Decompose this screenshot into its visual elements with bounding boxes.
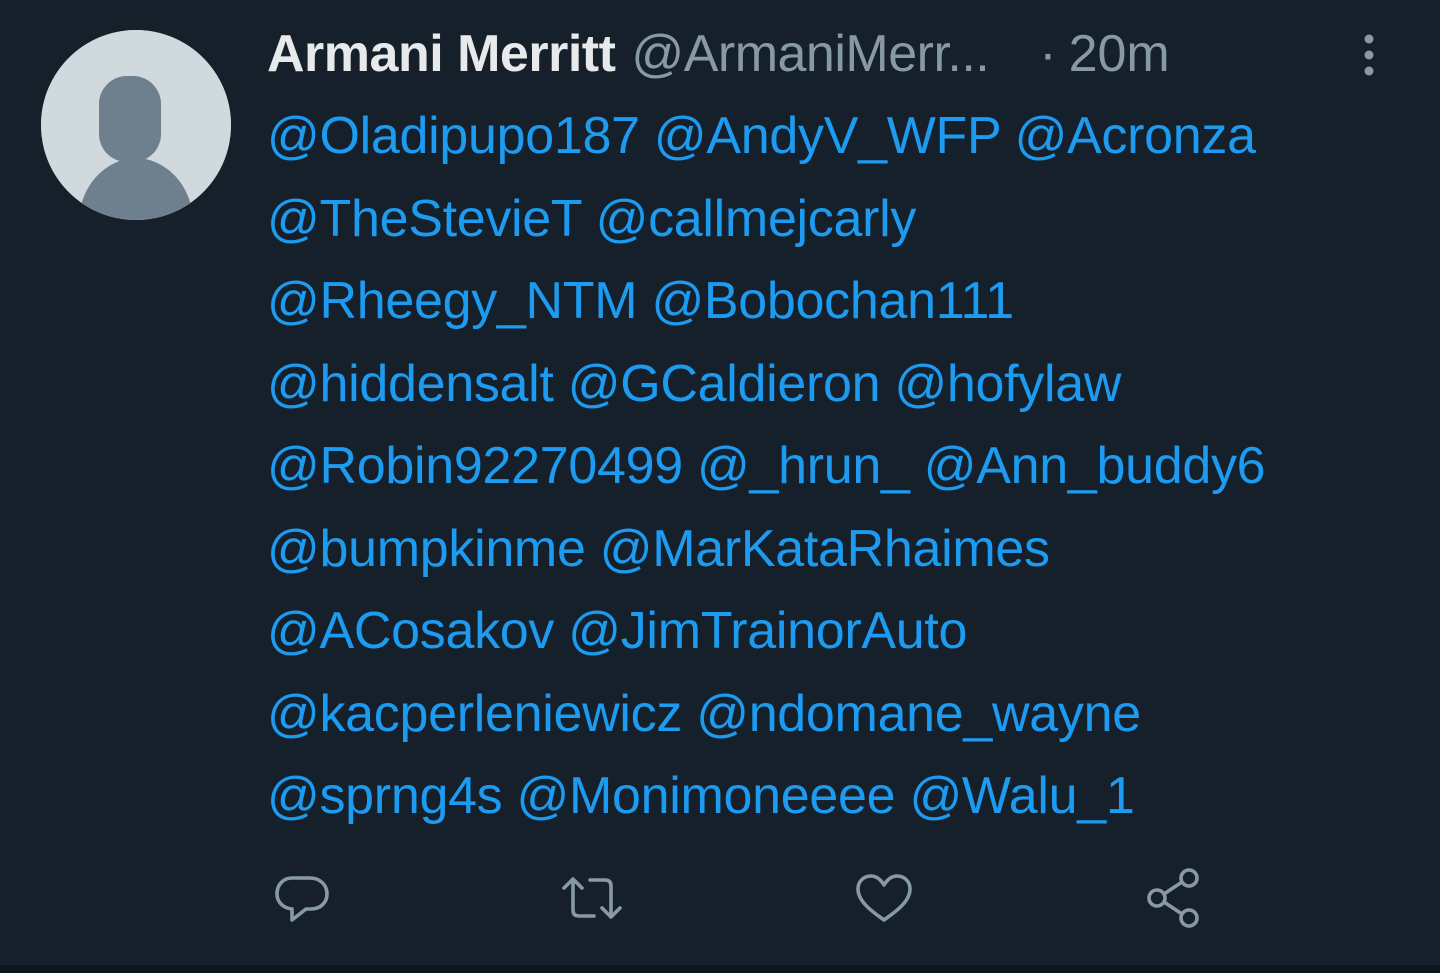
- mention-link[interactable]: @Bobochan111: [651, 272, 1014, 330]
- retweet-button[interactable]: [560, 866, 624, 930]
- text-line: @TheStevieT @callmejcarly: [267, 178, 1427, 261]
- text-line: @Robin92270499 @_hrun_ @Ann_buddy6: [267, 425, 1427, 508]
- more-options-button[interactable]: [1352, 30, 1386, 80]
- like-button[interactable]: [852, 866, 916, 930]
- mention-link[interactable]: @bumpkinme: [267, 520, 586, 578]
- mention-link[interactable]: @Oladipupo187: [267, 107, 640, 165]
- text-line: @bumpkinme @MarKataRhaimes: [267, 508, 1427, 591]
- text-line: @Oladipupo187 @AndyV_WFP @Acronza: [267, 95, 1427, 178]
- more-vertical-icon: [1364, 34, 1374, 76]
- mention-link[interactable]: @hofylaw: [894, 355, 1121, 413]
- mention-link[interactable]: @Rheegy_NTM: [267, 272, 638, 330]
- separator-dot: ·: [1039, 25, 1057, 83]
- user-handle[interactable]: @ArmaniMerr...: [631, 24, 989, 84]
- mention-link[interactable]: @kacperleniewicz: [267, 685, 682, 743]
- mention-link[interactable]: @Ann_buddy6: [924, 437, 1266, 495]
- text-line: @hiddensalt @GCaldieron @hofylaw: [267, 343, 1427, 426]
- mention-link[interactable]: @ACosakov: [267, 602, 554, 660]
- heart-icon: [856, 874, 912, 922]
- reply-button[interactable]: [270, 866, 334, 930]
- text-line: @sprng4s @Monimoneeee @Walu_1: [267, 755, 1427, 838]
- mention-link[interactable]: @Acronza: [1015, 107, 1256, 165]
- divider: [0, 965, 1440, 973]
- mention-link[interactable]: @callmejcarly: [596, 190, 917, 248]
- share-icon: [1147, 868, 1199, 928]
- text-line: @Rheegy_NTM @Bobochan111: [267, 260, 1427, 343]
- retweet-icon: [562, 877, 622, 919]
- avatar[interactable]: [41, 30, 231, 220]
- text-line: @ACosakov @JimTrainorAuto: [267, 590, 1427, 673]
- mention-link[interactable]: @hiddensalt: [267, 355, 554, 413]
- mention-link[interactable]: @MarKataRhaimes: [600, 520, 1050, 578]
- text-line: @kacperleniewicz @ndomane_wayne: [267, 673, 1427, 756]
- share-button[interactable]: [1143, 866, 1207, 930]
- tweet[interactable]: Armani Merritt @ArmaniMerr... · 20m @Ola…: [0, 0, 1440, 965]
- mention-link[interactable]: @AndyV_WFP: [654, 107, 1001, 165]
- mention-link[interactable]: @Monimoneeee: [517, 767, 896, 825]
- tweet-header: Armani Merritt @ArmaniMerr... · 20m: [267, 22, 1417, 86]
- mention-link[interactable]: @sprng4s: [267, 767, 503, 825]
- default-profile-icon: [41, 30, 231, 220]
- tweet-text: @Oladipupo187 @AndyV_WFP @Acronza @TheSt…: [267, 95, 1427, 838]
- mention-link[interactable]: @_hrun_: [697, 437, 910, 495]
- mention-link[interactable]: @Robin92270499: [267, 437, 683, 495]
- mention-link[interactable]: @GCaldieron: [568, 355, 881, 413]
- reply-icon: [275, 876, 329, 922]
- mention-link[interactable]: @ndomane_wayne: [696, 685, 1141, 743]
- tweet-actions: [0, 866, 1440, 930]
- mention-link[interactable]: @JimTrainorAuto: [568, 602, 967, 660]
- mention-link[interactable]: @TheStevieT: [267, 190, 582, 248]
- display-name[interactable]: Armani Merritt: [267, 24, 616, 84]
- mention-link[interactable]: @Walu_1: [909, 767, 1134, 825]
- timestamp[interactable]: 20m: [1069, 24, 1170, 84]
